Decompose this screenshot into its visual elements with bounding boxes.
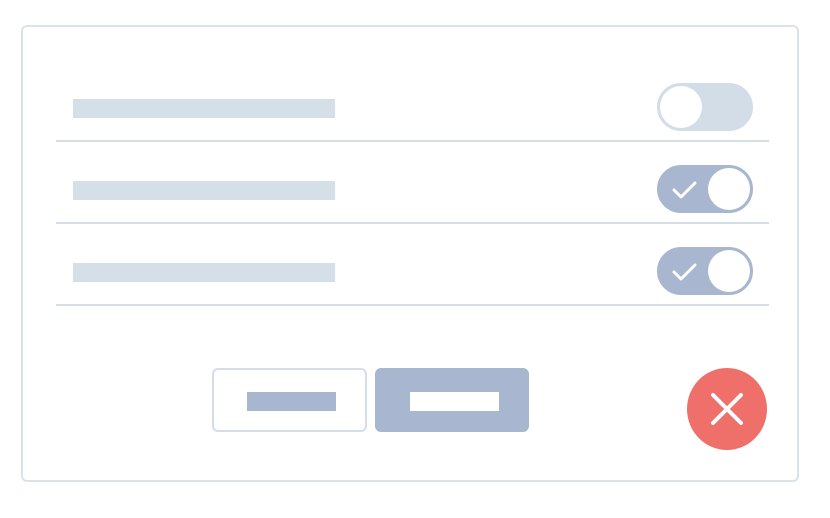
toggle-knob: [660, 86, 702, 128]
close-icon: [711, 393, 743, 425]
toggle-knob: [708, 168, 750, 210]
setting-toggle-3[interactable]: [657, 247, 753, 295]
confirm-button[interactable]: [375, 368, 529, 432]
setting-row-2: [56, 142, 769, 224]
setting-label-placeholder: [73, 263, 335, 282]
setting-toggle-2[interactable]: [657, 165, 753, 213]
setting-label-placeholder: [73, 181, 335, 200]
cancel-button[interactable]: [212, 368, 367, 432]
setting-row-1: [56, 60, 769, 142]
check-icon: [672, 181, 697, 199]
setting-row-3: [56, 224, 769, 306]
button-label-placeholder: [247, 392, 336, 411]
toggle-knob: [708, 250, 750, 292]
button-label-placeholder: [410, 392, 499, 411]
close-button[interactable]: [687, 368, 767, 450]
check-icon: [672, 263, 697, 281]
setting-toggle-1[interactable]: [657, 83, 753, 131]
setting-label-placeholder: [73, 99, 335, 118]
